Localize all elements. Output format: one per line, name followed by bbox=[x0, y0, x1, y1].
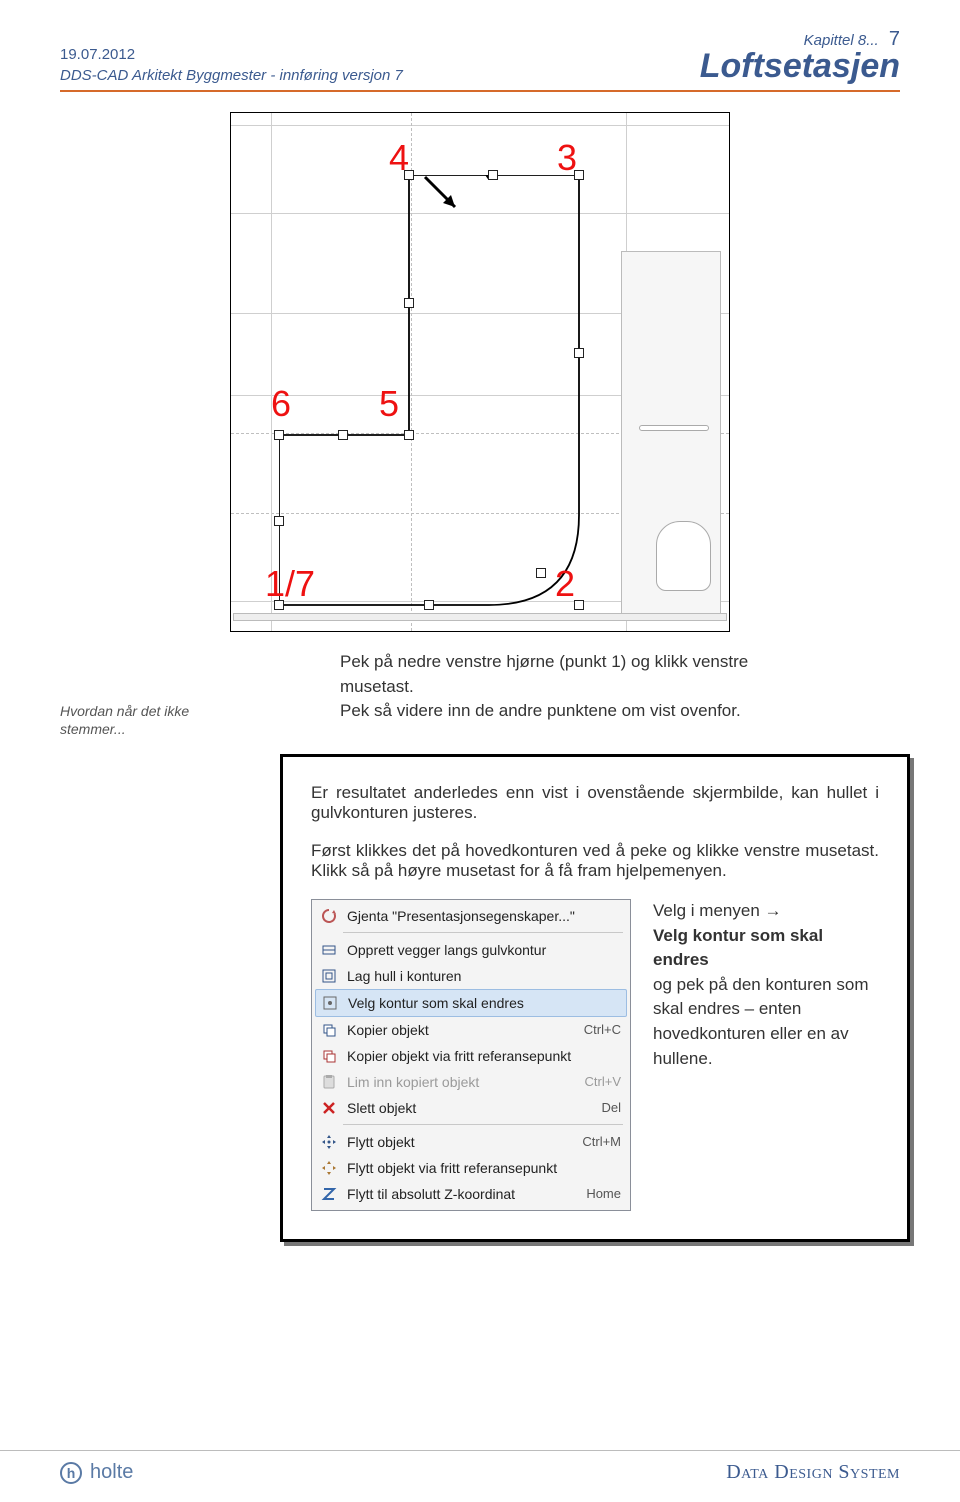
context-menu: Gjenta "Presentasjonsegenskaper..." Oppre… bbox=[311, 899, 631, 1211]
diagram-label-5: 5 bbox=[379, 383, 399, 425]
menu-item-label: Gjenta "Presentasjonsegenskaper..." bbox=[347, 908, 613, 924]
diagram-label-2: 2 bbox=[555, 563, 575, 605]
menu-item[interactable]: Flytt til absolutt Z-koordinat Home bbox=[315, 1181, 627, 1207]
copy-icon bbox=[319, 1020, 339, 1040]
marker-mid-top bbox=[488, 170, 498, 180]
menu-item-label: Velg kontur som skal endres bbox=[348, 995, 612, 1011]
diagram-label-3: 3 bbox=[557, 137, 577, 179]
box-paragraph-1: Er resultatet anderledes enn vist i oven… bbox=[311, 783, 879, 823]
menu-item[interactable]: Velg kontur som skal endres bbox=[315, 989, 627, 1017]
menu-separator bbox=[315, 929, 627, 937]
zmove-icon bbox=[319, 1184, 339, 1204]
contour-icon bbox=[320, 993, 340, 1013]
menu-item-label: Kopier objekt bbox=[347, 1022, 576, 1038]
brand-left-text: holte bbox=[90, 1461, 133, 1484]
diagram-label-6: 6 bbox=[271, 383, 291, 425]
menu-item[interactable]: Kopier objekt Ctrl+C bbox=[315, 1017, 627, 1043]
page-header: 19.07.2012 DDS-CAD Arkitekt Byggmester -… bbox=[60, 28, 900, 86]
menu-item-label: Lag hull i konturen bbox=[347, 968, 613, 984]
move-icon bbox=[319, 1132, 339, 1152]
menu-item: Lim inn kopiert objekt Ctrl+V bbox=[315, 1069, 627, 1095]
menu-item-shortcut: Ctrl+C bbox=[584, 1022, 621, 1037]
menu-item-label: Flytt objekt bbox=[347, 1134, 574, 1150]
copyref-icon bbox=[319, 1046, 339, 1066]
paste-icon bbox=[319, 1072, 339, 1092]
brand-dds: Data Design System bbox=[726, 1461, 900, 1484]
marker-mid-5-6 bbox=[338, 430, 348, 440]
header-rule bbox=[60, 90, 900, 92]
marker-mid-bottom bbox=[424, 600, 434, 610]
marker-2 bbox=[574, 600, 584, 610]
refresh-icon bbox=[319, 906, 339, 926]
menu-item[interactable]: Kopier objekt via fritt referansepunkt bbox=[315, 1043, 627, 1069]
menu-item-shortcut: Ctrl+M bbox=[582, 1134, 621, 1149]
toilet-icon bbox=[656, 521, 711, 591]
menu-caption-l3: og pek på den konturen som skal endres –… bbox=[653, 975, 868, 1068]
menu-item-shortcut: Ctrl+V bbox=[585, 1074, 621, 1089]
box-paragraph-2: Først klikkes det på hovedkonturen ved å… bbox=[311, 841, 879, 881]
menu-item[interactable]: Flytt objekt Ctrl+M bbox=[315, 1129, 627, 1155]
menu-item-label: Opprett vegger langs gulvkontur bbox=[347, 942, 613, 958]
marker-mid-right bbox=[574, 348, 584, 358]
menu-item-shortcut: Home bbox=[586, 1186, 621, 1201]
marker-5 bbox=[404, 430, 414, 440]
menu-item[interactable]: Slett objekt Del bbox=[315, 1095, 627, 1121]
arrow-4-icon bbox=[421, 173, 471, 223]
caption-line-2: Pek så videre inn de andre punktene om v… bbox=[340, 701, 741, 720]
menu-item[interactable]: Flytt objekt via fritt referansepunkt bbox=[315, 1155, 627, 1181]
moveref-icon bbox=[319, 1158, 339, 1178]
page-title: Loftsetasjen bbox=[700, 47, 900, 86]
hole-icon bbox=[319, 966, 339, 986]
marker-mid-left bbox=[404, 298, 414, 308]
menu-separator bbox=[315, 1121, 627, 1129]
caption-line-1: Pek på nedre venstre hjørne (punkt 1) og… bbox=[340, 652, 748, 696]
menu-item-label: Flytt objekt via fritt referansepunkt bbox=[347, 1160, 613, 1176]
diagram-label-4: 4 bbox=[389, 137, 409, 179]
marker-6 bbox=[274, 430, 284, 440]
footer: h holte Data Design System bbox=[0, 1450, 960, 1484]
menu-item[interactable]: Lag hull i konturen bbox=[315, 963, 627, 989]
menu-item[interactable]: Opprett vegger langs gulvkontur bbox=[315, 937, 627, 963]
menu-instructions: Velg i menyen → Velg kontur som skal end… bbox=[653, 899, 879, 1071]
diagram-label-1-7: 1/7 bbox=[265, 563, 315, 605]
menu-item-label: Kopier objekt via fritt referansepunkt bbox=[347, 1048, 613, 1064]
menu-item-shortcut: Del bbox=[601, 1100, 621, 1115]
doc-date: 19.07.2012 bbox=[60, 44, 403, 65]
marker-mid-6-1 bbox=[274, 516, 284, 526]
contour-shape bbox=[279, 175, 599, 615]
menu-caption-l1: Velg i menyen → bbox=[653, 901, 782, 920]
sidenote: Hvordan når det ikke stemmer... bbox=[60, 702, 220, 738]
holte-logo-icon: h bbox=[60, 1462, 82, 1484]
menu-caption-l2: Velg kontur som skal endres bbox=[653, 926, 823, 970]
menu-item-label: Slett objekt bbox=[347, 1100, 593, 1116]
delete-icon bbox=[319, 1098, 339, 1118]
brand-holte: h holte bbox=[60, 1461, 133, 1484]
menu-item[interactable]: Gjenta "Presentasjonsegenskaper..." bbox=[315, 903, 627, 929]
menu-item-label: Lim inn kopiert objekt bbox=[347, 1074, 577, 1090]
info-box: Er resultatet anderledes enn vist i oven… bbox=[280, 754, 910, 1242]
floor-contour-diagram: 4 3 6 5 1/7 2 bbox=[230, 112, 730, 632]
doc-subtitle: DDS-CAD Arkitekt Byggmester - innføring … bbox=[60, 65, 403, 86]
handle-icon bbox=[639, 425, 709, 431]
diagram-caption: Pek på nedre venstre hjørne (punkt 1) og… bbox=[340, 650, 820, 724]
marker-curve bbox=[536, 568, 546, 578]
menu-item-label: Flytt til absolutt Z-koordinat bbox=[347, 1186, 578, 1202]
walls-icon bbox=[319, 940, 339, 960]
